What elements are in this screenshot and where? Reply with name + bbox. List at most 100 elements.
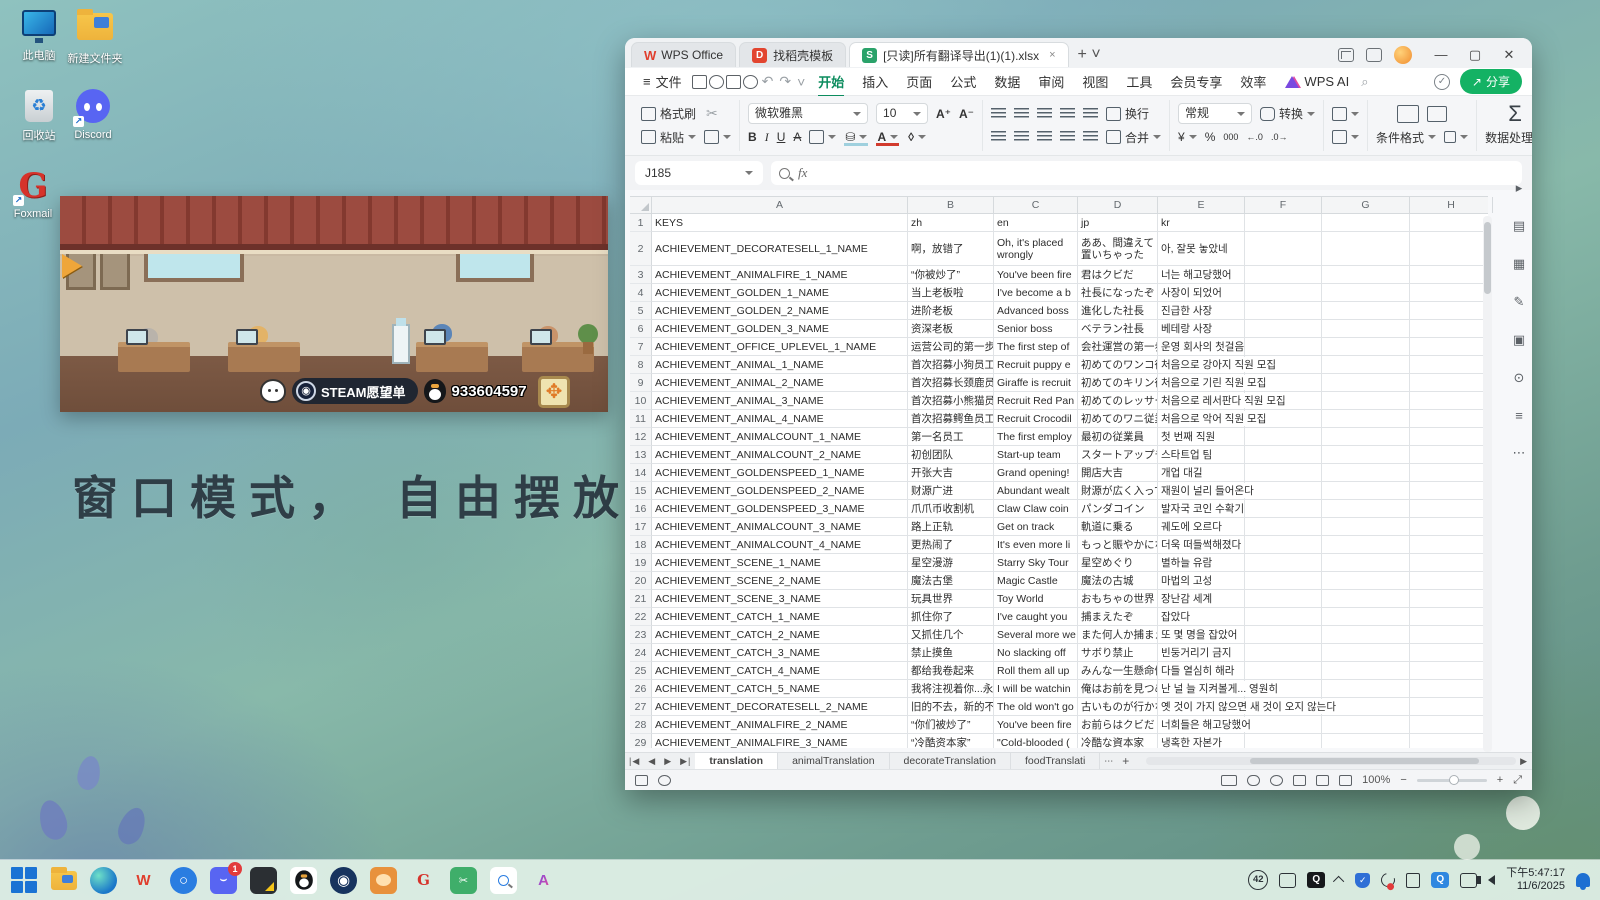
menu-数据[interactable]: 数据 [985,69,1029,94]
menu-公式[interactable]: 公式 [941,69,985,94]
cell[interactable] [1322,554,1410,572]
row-number[interactable]: 22 [630,608,652,626]
cell[interactable]: ACHIEVEMENT_ANIMALCOUNT_4_NAME [652,536,908,554]
steam-wishlist-badge[interactable]: ◉ STEAM愿望单 [292,378,418,404]
row-number[interactable]: 5 [630,302,652,320]
cell[interactable]: ACHIEVEMENT_ANIMALCOUNT_2_NAME [652,446,908,464]
cell[interactable]: jp [1078,214,1158,232]
user-avatar[interactable] [1394,45,1412,64]
cell[interactable] [1322,356,1410,374]
status-grid-icon[interactable] [635,774,648,786]
cell[interactable]: zh [908,214,994,232]
status-pen-icon[interactable] [658,774,671,786]
cell[interactable] [1410,464,1488,482]
more-tools-icon[interactable]: ⋯ [1513,445,1526,461]
first-sheet-icon[interactable]: |◀ [625,756,644,767]
row-number[interactable]: 25 [630,662,652,680]
fullscreen-icon[interactable]: ⤢ [1513,774,1522,787]
cell[interactable] [1245,554,1322,572]
cell[interactable] [1410,374,1488,392]
cell[interactable] [1410,626,1488,644]
cell[interactable] [1410,572,1488,590]
print-preview-icon[interactable] [725,74,741,89]
cell[interactable] [1245,536,1322,554]
cell[interactable] [1410,356,1488,374]
cell[interactable] [1410,518,1488,536]
cell[interactable]: ACHIEVEMENT_ANIMALCOUNT_3_NAME [652,518,908,536]
row-number[interactable]: 11 [630,410,652,428]
cell[interactable] [1245,482,1322,500]
cell[interactable]: 初めてのレッサー [1078,392,1158,410]
cell[interactable] [1245,500,1322,518]
cell[interactable]: 啊，放错了 [908,232,994,266]
cell[interactable]: 빈둥거리기 금지 [1158,644,1245,662]
cell[interactable] [1410,410,1488,428]
cut-icon[interactable]: ✂ [704,105,720,122]
file-menu[interactable]: ≡ 文件 [635,72,690,91]
cell[interactable]: 冷酷な資本家 [1078,734,1158,748]
row-number[interactable]: 18 [630,536,652,554]
convert-button[interactable]: 转换 [1260,105,1316,122]
menu-开始[interactable]: 开始 [809,69,853,97]
cell[interactable]: ACHIEVEMENT_ANIMAL_3_NAME [652,392,908,410]
tab-docer-templates[interactable]: D 找稻壳模板 [739,42,847,67]
cell[interactable] [1410,302,1488,320]
chevron-down-icon[interactable]: ˅ [795,74,807,90]
vertical-scrollbar[interactable] [1483,216,1492,752]
cell[interactable]: 아, 잘못 놓았네 [1158,232,1245,266]
cell[interactable] [1322,428,1410,446]
cell[interactable]: お前らはクビだ [1078,716,1158,734]
cell[interactable]: 我将注视着你...永 [908,680,994,698]
game-window[interactable]: ◉ STEAM愿望单 933604597 ✥ [60,196,608,412]
cell[interactable]: 玩具世界 [908,590,994,608]
last-sheet-icon[interactable]: ▶| [676,756,695,767]
cell[interactable]: “你们被炒了” [908,716,994,734]
number-format-select[interactable]: 常规 [1178,103,1253,125]
cell[interactable]: 開店大吉 [1078,464,1158,482]
justify-icon[interactable] [1060,131,1076,144]
cell[interactable]: サボり禁止 [1078,644,1158,662]
insert-cells-button[interactable] [1332,106,1360,121]
cell[interactable]: Claw Claw coin [994,500,1078,518]
cell[interactable]: Get on track [994,518,1078,536]
menu-会员专享[interactable]: 会员专享 [1161,69,1231,94]
undo-icon[interactable]: ↶ [760,73,776,90]
cell[interactable]: 旧的不去，新的不 [908,698,994,716]
qq-tray-icon[interactable]: Q [1431,872,1450,888]
cell[interactable] [1410,320,1488,338]
increase-font-button[interactable]: A⁺ [936,107,951,121]
cell[interactable]: 运营公司的第一步 [908,338,994,356]
cell[interactable]: 初めてのワンコ従 [1078,356,1158,374]
cell[interactable] [1245,518,1322,536]
help-tool-icon[interactable]: ≡ [1515,408,1523,423]
paste-button[interactable]: 粘贴 [641,129,697,146]
cell[interactable] [1245,644,1322,662]
cell-style-button[interactable] [1444,131,1469,144]
cell[interactable]: ACHIEVEMENT_GOLDENSPEED_2_NAME [652,482,908,500]
cell[interactable] [1245,284,1322,302]
redo-icon[interactable]: ↷ [777,73,793,90]
column-header-G[interactable]: G [1322,197,1410,213]
prev-sheet-icon[interactable]: ◀ [644,756,660,767]
discord-app-icon[interactable]: ⌣ 1 [210,861,242,894]
cell[interactable]: 当上老板啦 [908,284,994,302]
search-app-icon[interactable] [490,866,517,894]
cell[interactable]: Several more we [994,626,1078,644]
conditional-format-button[interactable]: 条件格式 [1376,129,1437,146]
cell[interactable]: I will be watchin [994,680,1078,698]
security-shield-icon[interactable]: ✓ [1355,872,1371,888]
cell[interactable]: “你被炒了” [908,266,994,284]
strikethrough-button[interactable]: A [793,130,801,144]
zoom-in-button[interactable]: + [1497,774,1503,786]
menu-审阅[interactable]: 审阅 [1029,69,1073,94]
cell[interactable]: 社長になったぞ [1078,284,1158,302]
cell[interactable] [1410,644,1488,662]
cell[interactable]: “冷酷资本家” [908,734,994,748]
cell[interactable] [1410,698,1488,716]
cell[interactable]: もっと賑やかにな [1078,536,1158,554]
sync-tray-icon[interactable] [1378,870,1398,890]
cell[interactable]: 잡았다 [1158,608,1245,626]
eraser-button[interactable]: ◊ [907,130,927,144]
cell[interactable]: ACHIEVEMENT_GOLDENSPEED_3_NAME [652,500,908,518]
normal-view-icon[interactable] [1293,774,1307,786]
